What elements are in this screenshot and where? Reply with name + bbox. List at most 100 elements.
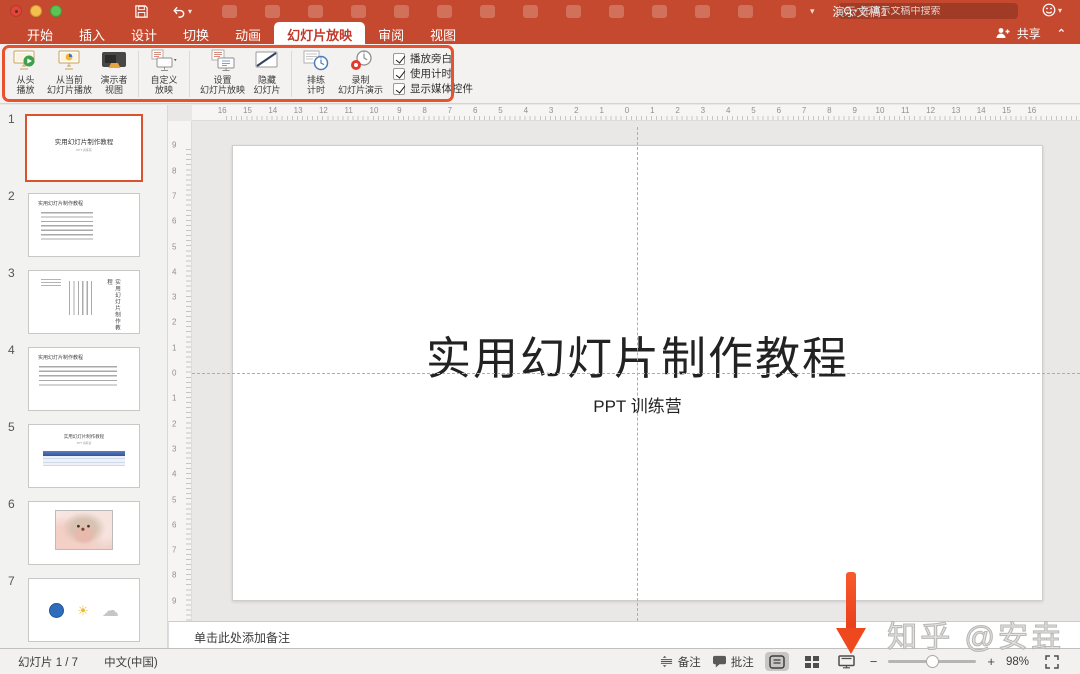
comment-icon	[712, 655, 726, 668]
slide-thumbnail-3[interactable]: 实用幻灯片制作教程	[28, 270, 140, 334]
search-input[interactable]	[860, 5, 1001, 17]
feedback-smiley-button[interactable]: ▾	[1038, 3, 1066, 17]
notes-pane[interactable]: 单击此处添加备注	[168, 621, 1080, 648]
hide-slide-button[interactable]: 隐藏 幻灯片	[249, 47, 285, 101]
tab-view[interactable]: 视图	[417, 22, 469, 44]
checkbox-checked-icon	[393, 52, 406, 65]
notes-placeholder-text: 单击此处添加备注	[194, 631, 291, 645]
slide-show-view-button[interactable]	[835, 652, 859, 671]
undo-icon	[173, 6, 185, 18]
horizontal-ruler: 16 15 14 13 12 11 10 9 8 7 6 5 4 3 2 1 0 1 2 3 4 5 6 7 8 9 10 11 12 1…	[192, 105, 1080, 121]
undo-button[interactable]: ▾	[167, 4, 196, 19]
zoom-window-button[interactable]	[50, 5, 62, 17]
slide-subtitle-text[interactable]: PPT 训练营	[233, 392, 1042, 417]
ribbon-group-separator	[291, 51, 293, 97]
disabled-tool-icon	[695, 4, 711, 18]
slide-show-options-group: 播放旁白 使用计时 显示媒体控件	[387, 47, 473, 101]
tab-design[interactable]: 设计	[118, 22, 170, 44]
normal-view-icon	[769, 654, 785, 669]
fit-slide-to-window-button[interactable]	[1040, 652, 1064, 671]
save-icon	[135, 4, 148, 18]
custom-show-button[interactable]: 自定义 放映	[145, 47, 183, 101]
slide-sorter-view-button[interactable]	[800, 652, 824, 671]
sun-icon: ☀	[77, 602, 89, 618]
slide-title-text[interactable]: 实用幻灯片制作教程	[233, 322, 1042, 387]
slide-thumbnail-6[interactable]	[28, 501, 140, 565]
disabled-tool-icon	[523, 4, 539, 18]
normal-view-button[interactable]	[764, 652, 789, 671]
hide-slide-icon	[255, 51, 278, 68]
slide-sorter-icon	[804, 655, 819, 668]
text-line-placeholder	[69, 281, 95, 315]
rehearse-timings-button[interactable]: 排练 计时	[298, 47, 334, 101]
language-indicator[interactable]: 中文(中国)	[104, 654, 158, 670]
thumb-title: 实用幻灯片制作教程	[54, 139, 114, 146]
minimize-window-button[interactable]	[30, 5, 42, 17]
search-scope-caret-icon[interactable]: ▾	[854, 7, 858, 15]
use-timings-checkbox[interactable]: 使用计时	[393, 66, 473, 81]
disabled-tool-icon	[437, 4, 453, 18]
ribbon-group-separator	[189, 51, 191, 97]
traffic-lights	[10, 5, 62, 17]
text-line-placeholder	[39, 366, 117, 388]
setup-show-icon	[211, 49, 235, 71]
tab-animations[interactable]: 动画	[222, 22, 274, 44]
setup-show-button[interactable]: 设置 幻灯片放映	[196, 47, 249, 101]
tab-transitions[interactable]: 切换	[170, 22, 222, 44]
slide-thumbnail-4[interactable]: 实用幻灯片制作教程	[28, 347, 140, 411]
rehearse-timings-icon	[303, 50, 329, 71]
search-box[interactable]: ▾	[838, 3, 1018, 19]
disabled-tool-icon	[308, 4, 324, 18]
zoom-in-button[interactable]: +	[987, 655, 995, 668]
slide-number: 5	[8, 420, 15, 434]
disabled-tool-icon	[351, 4, 367, 18]
main-area: 1 实用幻灯片制作教程 PPT 训练营 2 实用幻灯片制作教程 3 实用幻灯片制…	[0, 105, 1080, 648]
slide-thumbnail-2[interactable]: 实用幻灯片制作教程	[28, 193, 140, 257]
tab-review[interactable]: 审阅	[365, 22, 417, 44]
play-from-current-icon	[58, 50, 80, 70]
slide-editor-canvas: 实用幻灯片制作教程 PPT 训练营	[192, 121, 1080, 621]
disabled-tool-icon	[738, 4, 754, 18]
play-from-start-button[interactable]: 从头 播放	[8, 47, 43, 101]
play-narrations-checkbox[interactable]: 播放旁白	[393, 51, 473, 66]
disabled-tool-icon	[652, 4, 668, 18]
tab-slide-show[interactable]: 幻灯片放映	[274, 22, 366, 44]
text-line-placeholder	[41, 212, 93, 242]
comments-toggle-button[interactable]: 批注	[712, 654, 754, 670]
collapse-ribbon-button[interactable]: ⌃	[1057, 27, 1066, 40]
circle-shape	[49, 602, 65, 618]
slide-thumbnail-7[interactable]: ☀ ☁	[28, 578, 140, 642]
cloud-icon: ☁	[101, 600, 119, 620]
undo-caret-icon: ▾	[188, 6, 193, 16]
zoom-out-button[interactable]: −	[870, 655, 878, 668]
notes-toggle-button[interactable]: 备注	[659, 654, 701, 670]
thumb-title: 实用幻灯片制作教程	[106, 279, 120, 331]
text-line-placeholder	[41, 279, 61, 287]
zoom-percentage[interactable]: 98%	[1006, 656, 1029, 668]
thumb-title: 实用幻灯片制作教程	[38, 201, 84, 207]
tab-insert[interactable]: 插入	[66, 22, 118, 44]
record-slide-show-icon	[350, 50, 372, 70]
play-from-current-button[interactable]: 从当前 幻灯片播放	[43, 47, 96, 101]
slide-number: 7	[8, 574, 15, 588]
slide-show-icon	[838, 655, 856, 669]
presenter-view-button[interactable]: 演示者 视图	[96, 47, 132, 101]
slide-thumbnail-5[interactable]: 实用幻灯片制作教程 PPT 训练营	[28, 424, 140, 488]
share-person-icon	[996, 28, 1010, 38]
close-window-button[interactable]	[10, 5, 22, 17]
zoom-slider-knob[interactable]	[926, 654, 940, 668]
fit-to-window-icon	[1045, 654, 1059, 669]
slide-number: 2	[8, 189, 15, 203]
search-icon	[843, 6, 854, 17]
show-media-controls-checkbox[interactable]: 显示媒体控件	[393, 81, 473, 96]
dog-photo-placeholder	[55, 510, 113, 550]
record-slide-show-button[interactable]: 录制 幻灯片演示	[334, 47, 387, 101]
save-button[interactable]	[130, 4, 153, 19]
toolbar-overflow-caret-icon[interactable]: ▾	[810, 6, 815, 17]
zoom-slider[interactable]	[888, 654, 977, 668]
current-slide[interactable]: 实用幻灯片制作教程 PPT 训练营	[232, 145, 1043, 601]
slide-thumbnail-1[interactable]: 实用幻灯片制作教程 PPT 训练营	[25, 114, 143, 182]
tab-home[interactable]: 开始	[14, 22, 66, 44]
share-button[interactable]: 共享	[1017, 25, 1041, 42]
slide-counter[interactable]: 幻灯片 1 / 7	[18, 654, 78, 670]
